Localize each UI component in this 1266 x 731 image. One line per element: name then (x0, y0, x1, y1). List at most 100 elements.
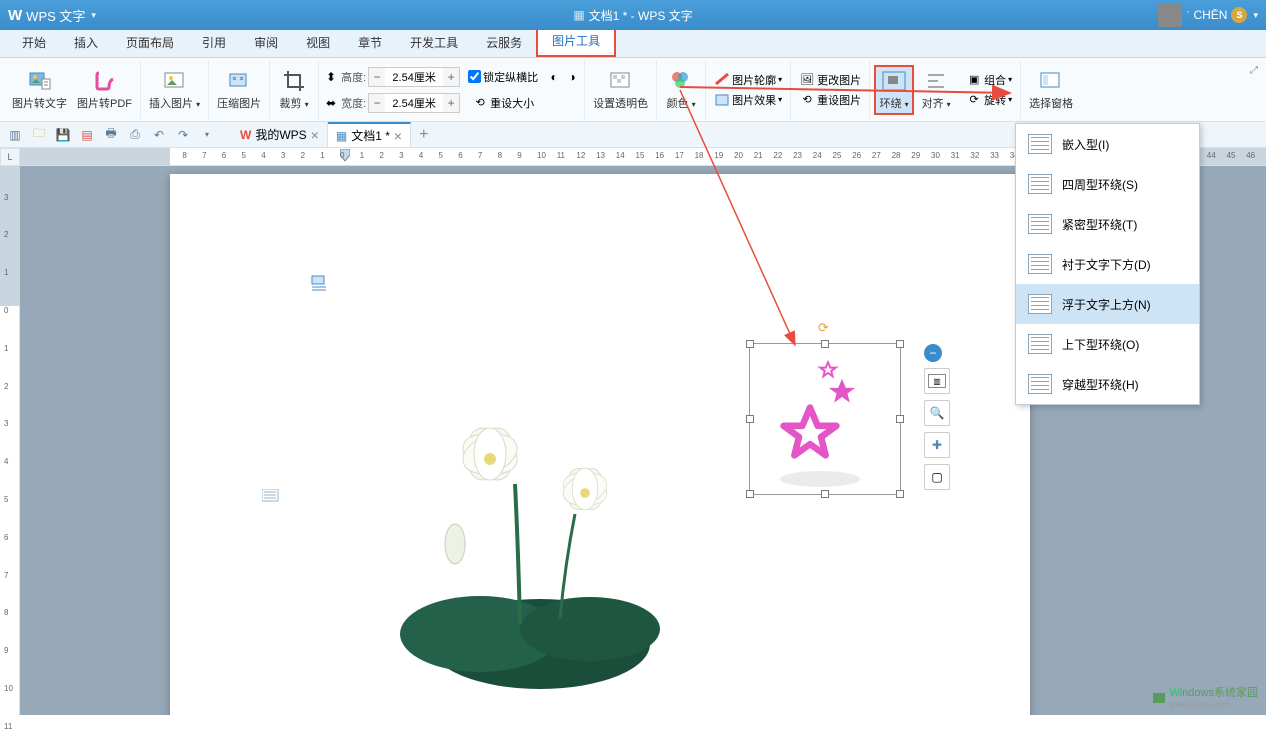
tab-dev-tools[interactable]: 开发工具 (396, 28, 472, 57)
wrap-front-item[interactable]: 浮于文字上方(N) (1016, 284, 1199, 324)
rotate-icon: ⟳ (966, 92, 982, 108)
mywps-close-icon[interactable]: × (311, 127, 319, 143)
wps-w-icon: W (8, 7, 22, 24)
wrap-inline-item[interactable]: 嵌入型(I) (1016, 124, 1199, 164)
pic-effect-button[interactable]: 图片效果 ▾ (710, 91, 786, 109)
resize-handle-mr[interactable] (896, 415, 904, 423)
new-doc-icon[interactable]: ▥ (6, 126, 24, 144)
wrap-behind-item[interactable]: 衬于文字下方(D) (1016, 244, 1199, 284)
height-input[interactable] (385, 68, 443, 86)
wrap-topbottom-item[interactable]: 上下型环绕(O) (1016, 324, 1199, 364)
width-icon: ⬌ (323, 95, 339, 111)
wrap-through-item[interactable]: 穿越型环绕(H) (1016, 364, 1199, 404)
align-button[interactable]: 对齐 ▾ (916, 67, 956, 113)
pic-effect-icon (714, 92, 730, 108)
wrap-inline-icon (1028, 134, 1052, 154)
contrast-icon[interactable]: ◑ (564, 69, 580, 85)
ribbon-group-change: 🖼 更改图片 ⟲ 重设图片 (791, 60, 870, 119)
wrap-front-label: 浮于文字上方(N) (1062, 296, 1151, 313)
height-label: 高度: (341, 69, 366, 85)
wrap-square-item[interactable]: 四周型环绕(S) (1016, 164, 1199, 204)
rotate-handle-icon[interactable]: ⟳ (818, 320, 832, 334)
wrap-button[interactable]: 环绕 ▾ (874, 65, 914, 115)
username: CHĒN (1193, 8, 1227, 22)
wrap-dropdown: 嵌入型(I) 四周型环绕(S) 紧密型环绕(T) 衬于文字下方(D) 浮于文字上… (1015, 123, 1200, 405)
tab-view[interactable]: 视图 (292, 28, 344, 57)
doc-tab-doc1[interactable]: ▦ 文档1 * × (328, 122, 411, 147)
compress-pic-button[interactable]: 压缩图片 (213, 67, 265, 113)
resize-handle-tm[interactable] (821, 340, 829, 348)
resize-handle-br[interactable] (896, 490, 904, 498)
pic-outline-icon (714, 72, 730, 88)
new-tab-button[interactable]: + (411, 126, 436, 144)
doc1-label: 文档1 * (351, 127, 390, 144)
insert-pic-button[interactable]: 插入图片 ▾ (145, 67, 204, 113)
pic-effect-label: 图片效果 (732, 92, 776, 108)
delete-button[interactable]: − (924, 344, 942, 362)
resize-handle-ml[interactable] (746, 415, 754, 423)
tab-page-layout[interactable]: 页面布局 (112, 28, 188, 57)
width-input[interactable] (385, 94, 443, 112)
height-decrease-button[interactable]: − (369, 68, 385, 86)
tab-start[interactable]: 开始 (8, 28, 60, 57)
group-button[interactable]: ▣ 组合 ▾ (962, 71, 1016, 89)
reset-size-button[interactable]: ⟲ 重设大小 (468, 94, 538, 112)
user-menu-arrow-icon: ▾ (1253, 10, 1258, 21)
crop-float-button[interactable]: ✚ (924, 432, 950, 458)
qat-dropdown-icon[interactable]: ▾ (198, 126, 216, 144)
width-decrease-button[interactable]: − (369, 94, 385, 112)
lock-ratio-checkbox[interactable]: 锁定纵横比 (468, 69, 538, 85)
save-icon[interactable]: 💾 (54, 126, 72, 144)
select-pane-button[interactable]: 选择窗格 (1025, 67, 1077, 113)
resize-handle-tl[interactable] (746, 340, 754, 348)
resize-handle-tr[interactable] (896, 340, 904, 348)
ruler-corner[interactable]: L (0, 148, 20, 166)
avatar[interactable] (1158, 3, 1182, 27)
resize-handle-bm[interactable] (821, 490, 829, 498)
lock-ratio-input[interactable] (468, 70, 481, 83)
watermark-text: indows系统家园 (1180, 687, 1258, 699)
print-icon[interactable]: 🖶 (102, 126, 120, 144)
set-transparent-button[interactable]: 设置透明色 (589, 67, 652, 113)
tab-cloud[interactable]: 云服务 (472, 28, 536, 57)
height-increase-button[interactable]: + (443, 68, 459, 86)
pic-to-text-button[interactable]: 图片转文字 (8, 67, 71, 113)
reset-pic-icon: ⟲ (799, 92, 815, 108)
pic-outline-button[interactable]: 图片轮廓 ▾ (710, 71, 786, 89)
frame-button[interactable]: ▢ (924, 464, 950, 490)
crop-button[interactable]: 裁剪 ▾ (274, 67, 314, 113)
undo-icon[interactable]: ↶ (150, 126, 168, 144)
open-icon[interactable]: 🗀 (30, 126, 48, 144)
change-pic-button[interactable]: 🖼 更改图片 (795, 71, 865, 89)
color-button[interactable]: 颜色 ▾ (661, 67, 701, 113)
export-pdf-icon[interactable]: ▤ (78, 126, 96, 144)
page: ⟳ − ▥ 🔍 ✚ ▢ (170, 174, 1030, 715)
layout-options-button[interactable]: ▥ (924, 368, 950, 394)
lotus-image[interactable] (360, 364, 680, 694)
tab-review[interactable]: 审阅 (240, 28, 292, 57)
insert-pic-label: 插入图片 ▾ (149, 95, 200, 111)
doc1-close-icon[interactable]: × (394, 128, 402, 144)
redo-icon[interactable]: ↷ (174, 126, 192, 144)
resize-handle-bl[interactable] (746, 490, 754, 498)
pic-to-pdf-button[interactable]: 图片转PDF (73, 67, 136, 113)
tab-section[interactable]: 章节 (344, 28, 396, 57)
app-logo[interactable]: W WPS 文字 ▾ (0, 6, 104, 25)
layout-options-icon: ▥ (928, 374, 946, 388)
reset-pic-button[interactable]: ⟲ 重设图片 (795, 91, 865, 109)
tab-insert[interactable]: 插入 (60, 28, 112, 57)
wrap-tight-item[interactable]: 紧密型环绕(T) (1016, 204, 1199, 244)
ribbon-group-insert: 插入图片 ▾ (141, 60, 209, 119)
ribbon-expand-icon[interactable]: ⤢ (1246, 62, 1262, 78)
width-increase-button[interactable]: + (443, 94, 459, 112)
doc-tab-mywps[interactable]: W 我的WPS × (232, 122, 328, 147)
coin-icon[interactable]: S (1231, 7, 1247, 23)
color-label: 颜色 ▾ (667, 95, 696, 111)
brightness-icon[interactable]: ◐ (546, 69, 562, 85)
rotate-button[interactable]: ⟳ 旋转 ▾ (962, 91, 1016, 109)
vertical-ruler[interactable]: 32101234567891011 (0, 166, 20, 715)
tab-references[interactable]: 引用 (188, 28, 240, 57)
selected-star-image[interactable]: ⟳ − ▥ 🔍 ✚ ▢ (750, 344, 900, 494)
zoom-button[interactable]: 🔍 (924, 400, 950, 426)
print-preview-icon[interactable]: ⎙ (126, 126, 144, 144)
